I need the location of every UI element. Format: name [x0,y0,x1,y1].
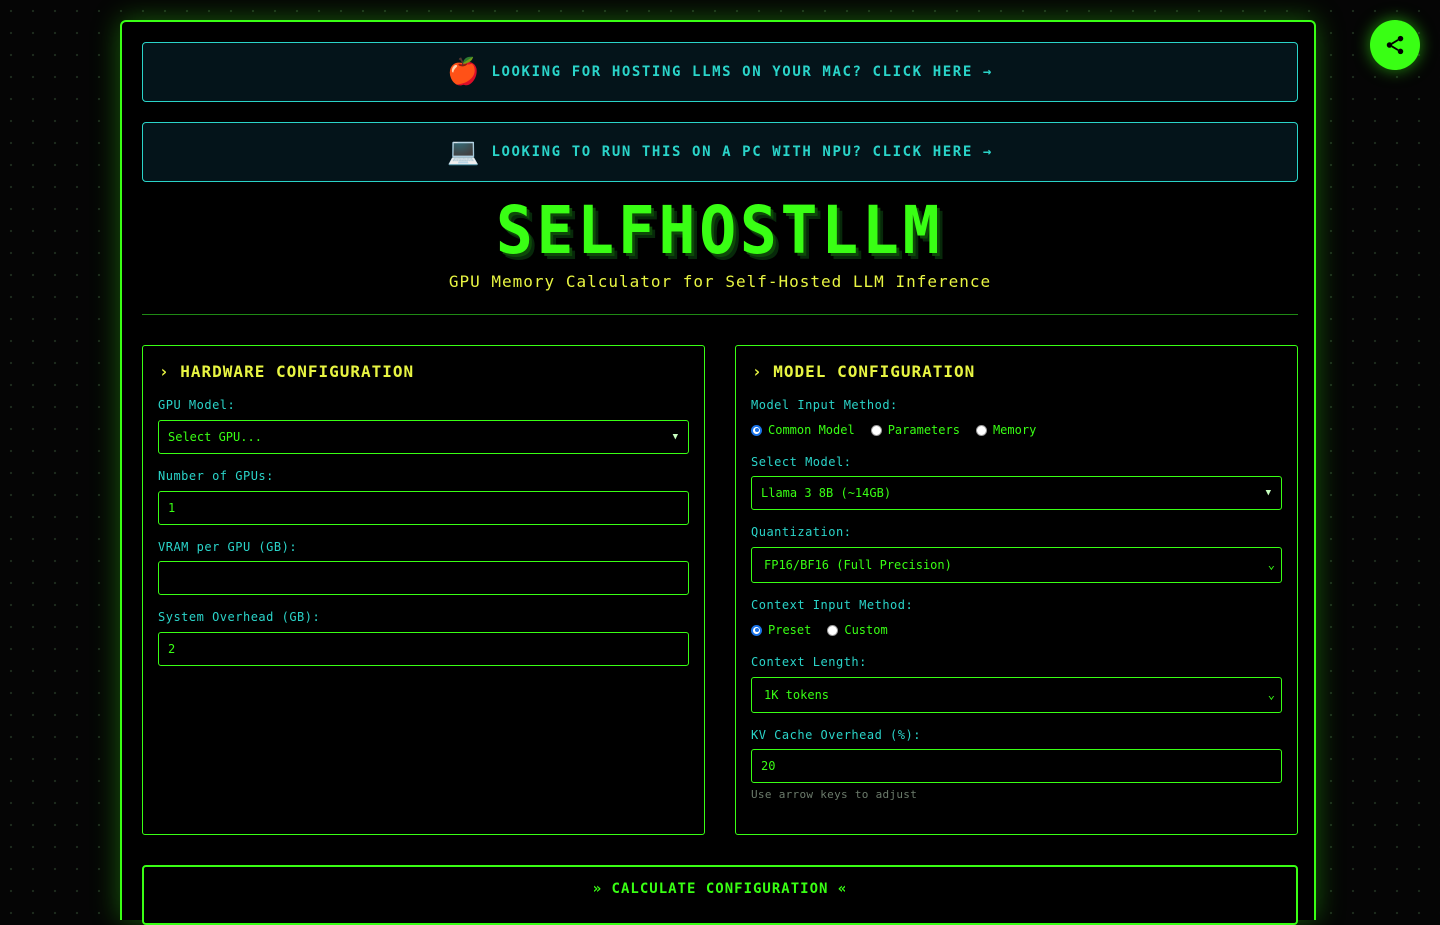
radio-selected-icon [751,424,762,436]
model-select[interactable]: Llama 3 8B (~14GB) ▼ [751,476,1282,510]
radio-parameters-label: Parameters [887,423,960,437]
kv-cache-hint: Use arrow keys to adjust [751,788,918,801]
radio-common-model[interactable]: Common Model [751,423,855,437]
kv-cache-value: 20 [761,759,776,773]
kv-cache-input[interactable]: 20 [751,749,1282,783]
calculate-configuration-button[interactable]: » CALCULATE CONFIGURATION « [142,865,1298,925]
gpu-model-select[interactable]: Select GPU... ▼ [158,420,689,454]
radio-parameters[interactable]: Parameters [870,423,960,437]
apple-icon: 🍎 [447,57,480,87]
model-configuration-panel: › MODEL CONFIGURATION Model Input Method… [735,345,1298,835]
radio-memory-label: Memory [992,423,1037,437]
context-input-method-label: Context Input Method: [751,598,914,612]
gpu-model-value: Select GPU... [168,430,262,444]
share-icon [1386,35,1404,55]
model-select-value: Llama 3 8B (~14GB) [761,486,892,500]
share-button[interactable] [1370,20,1420,70]
select-model-label: Select Model: [751,455,852,469]
radio-memory[interactable]: Memory [975,423,1037,437]
mac-hosting-banner-text: LOOKING FOR HOSTING LLMS ON YOUR MAC? CL… [491,64,993,80]
radio-unselected-icon [975,424,987,436]
context-length-select[interactable]: 1K tokens ⌄ [751,677,1282,713]
chevron-down-icon: ⌄ [1267,687,1275,702]
num-gpus-value: 1 [168,501,176,515]
radio-custom-label: Custom [844,623,888,637]
radio-unselected-icon [827,624,839,636]
radio-custom[interactable]: Custom [827,623,888,637]
npu-pc-banner[interactable]: 💻 LOOKING TO RUN THIS ON A PC WITH NPU? … [142,122,1298,182]
hardware-configuration-panel: › HARDWARE CONFIGURATION GPU Model: Sele… [142,345,705,835]
kv-cache-label: KV Cache Overhead (%): [751,728,921,742]
model-panel-title: › MODEL CONFIGURATION [752,362,976,381]
mac-hosting-banner[interactable]: 🍎 LOOKING FOR HOSTING LLMS ON YOUR MAC? … [142,42,1298,102]
quantization-label: Quantization: [751,525,852,539]
quantization-select[interactable]: FP16/BF16 (Full Precision) ⌄ [751,547,1282,583]
page-subtitle: GPU Memory Calculator for Self-Hosted LL… [448,272,992,291]
radio-selected-icon [751,624,762,636]
radio-common-model-label: Common Model [768,423,855,437]
app-frame: 🍎 LOOKING FOR HOSTING LLMS ON YOUR MAC? … [120,20,1318,925]
context-length-value: 1K tokens [764,688,830,702]
gpu-model-label: GPU Model: [158,398,236,412]
hardware-panel-title: › HARDWARE CONFIGURATION [159,362,415,381]
chevron-down-icon: ⌄ [1267,557,1275,572]
context-length-label: Context Length: [751,655,867,669]
model-input-method-label: Model Input Method: [751,398,898,412]
dropdown-arrow-icon: ▼ [1265,488,1271,498]
system-overhead-value: 2 [168,642,176,656]
num-gpus-label: Number of GPUs: [158,469,274,483]
system-overhead-input[interactable]: 2 [158,632,689,666]
laptop-icon: 💻 [447,137,480,167]
system-overhead-label: System Overhead (GB): [158,610,321,624]
vram-per-gpu-label: VRAM per GPU (GB): [158,540,298,554]
radio-unselected-icon [870,424,882,436]
num-gpus-input[interactable]: 1 [158,491,689,525]
radio-preset-label: Preset [768,623,812,637]
context-input-method-group: Preset Custom [751,623,904,637]
site-logo: SELFHOSTLLM [496,192,944,269]
header-divider [142,314,1298,315]
npu-pc-banner-text: LOOKING TO RUN THIS ON A PC WITH NPU? CL… [491,144,993,160]
logo-container: SELFHOSTLLM [122,196,1318,266]
vram-per-gpu-input[interactable] [158,561,689,595]
dropdown-arrow-icon: ▼ [672,432,678,442]
quantization-value: FP16/BF16 (Full Precision) [764,558,952,572]
radio-preset[interactable]: Preset [751,623,811,637]
model-input-method-group: Common Model Parameters Memory [751,423,1052,437]
